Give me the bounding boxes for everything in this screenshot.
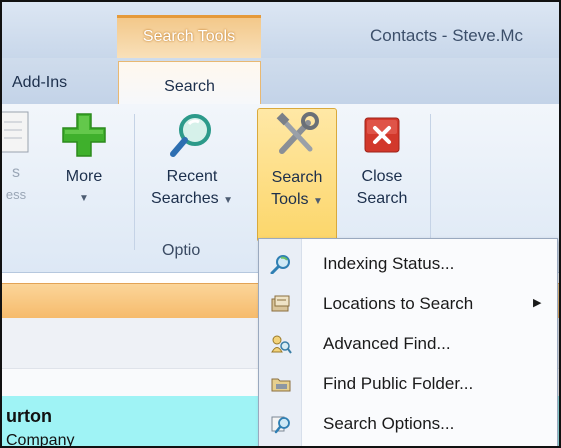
contact-company: Company [6, 432, 75, 448]
window-title: Contacts - Steve.Mc [370, 26, 524, 45]
tab-search[interactable]: Search [118, 61, 261, 104]
close-icon [364, 117, 400, 153]
menu-item-locations-to-search[interactable]: Locations to Search ▶ [259, 285, 557, 323]
chevron-down-icon: ▼ [79, 193, 89, 204]
more-button-label: More [65, 168, 103, 185]
advanced-find-icon [271, 335, 292, 354]
partial-button-line1: s [12, 164, 20, 181]
search-tools-line1: Search [271, 169, 323, 186]
chevron-down-icon: ▼ [312, 196, 323, 207]
submenu-arrow-icon: ▶ [533, 297, 542, 309]
outlook-window: Contacts - Steve.Mc Search Tools Add-Ins… [0, 0, 561, 448]
menu-item-label: Indexing Status... [323, 254, 455, 273]
menu-item-label: Advanced Find... [323, 334, 451, 353]
magnifier-recent-icon [170, 114, 211, 157]
group-separator [430, 114, 431, 250]
menu-item-indexing-status[interactable]: Indexing Status... [259, 245, 557, 283]
tab-add-ins[interactable]: Add-Ins [2, 58, 112, 104]
partial-button-line2: ess [5, 187, 27, 202]
ribbon-tab-row: Add-Ins Search [2, 58, 559, 104]
menu-item-advanced-find[interactable]: Advanced Find... [259, 325, 557, 363]
more-button[interactable]: More ▼ [52, 110, 116, 210]
search-tools-button[interactable]: Search Tools ▼ [257, 108, 337, 242]
locations-icon [271, 295, 290, 312]
context-tab-label: Search Tools [142, 28, 236, 45]
search-tools-line2: Tools [271, 191, 309, 208]
close-search-line1: Close [361, 168, 403, 185]
search-tools-context-tab: Search Tools [117, 15, 261, 61]
menu-item-search-options[interactable]: Search Options... [259, 405, 557, 443]
recent-searches-line2: Searches [151, 190, 219, 207]
menu-item-find-public-folder[interactable]: Find Public Folder... [259, 365, 557, 403]
search-options-icon [271, 416, 290, 434]
chevron-down-icon: ▼ [223, 195, 233, 206]
partial-ribbon-button[interactable]: s ess [2, 110, 36, 206]
tools-icon [276, 112, 319, 154]
ribbon-group-label: Optio [162, 242, 201, 259]
title-bar: Contacts - Steve.Mc [2, 2, 559, 58]
recent-searches-line1: Recent [166, 168, 218, 185]
menu-item-label: Find Public Folder... [323, 374, 474, 393]
close-search-button[interactable]: Close Search [344, 110, 420, 210]
indexing-status-icon [270, 255, 290, 274]
recent-searches-button[interactable]: Recent Searches ▼ [142, 110, 242, 212]
menu-item-label: Locations to Search [323, 294, 474, 313]
search-tools-menu: Indexing Status... Locations to Search ▶… [258, 238, 558, 446]
contact-name: urton [6, 406, 52, 426]
document-icon [2, 111, 29, 153]
public-folder-icon [271, 378, 291, 392]
green-plus-icon [62, 113, 106, 157]
menu-item-label: Search Options... [323, 414, 455, 433]
group-separator [134, 114, 135, 250]
close-search-line2: Search [356, 190, 408, 207]
